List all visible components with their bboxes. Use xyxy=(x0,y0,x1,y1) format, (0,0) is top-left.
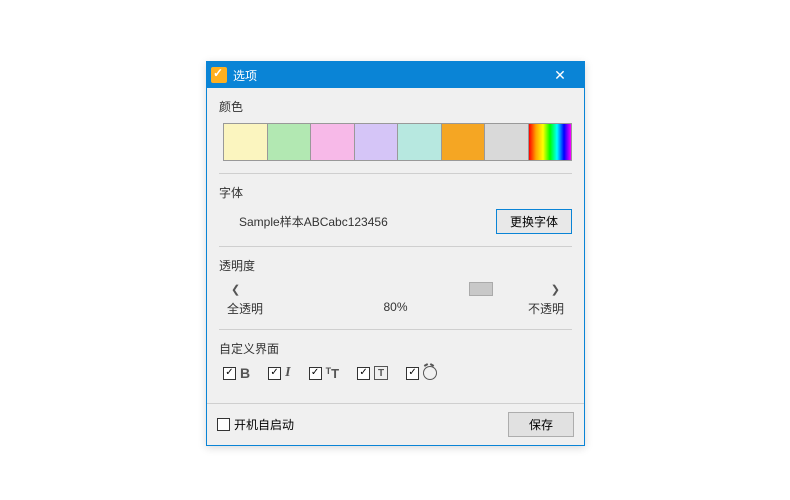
titlebar[interactable]: 选项 ✕ xyxy=(207,62,584,88)
custom-checkbox-2[interactable]: ✓ xyxy=(309,367,322,380)
font-label: 字体 xyxy=(219,184,572,201)
custom-item-2: ✓ TT xyxy=(309,366,339,381)
custom-item-0: ✓B xyxy=(223,365,250,381)
custom-ui-row: ✓B✓I✓TT✓T✓ xyxy=(219,365,572,381)
alarm-icon xyxy=(423,366,437,380)
color-swatch-3[interactable] xyxy=(355,124,399,160)
change-font-button[interactable]: 更换字体 xyxy=(496,209,572,234)
bold-icon: B xyxy=(240,365,250,381)
custom-ui-section: 自定义界面 ✓B✓I✓TT✓T✓ xyxy=(219,340,572,393)
options-dialog: 选项 ✕ 颜色 字体 Sample样本ABCabc123456 更换字体 透明度… xyxy=(206,61,585,446)
dialog-body: 颜色 字体 Sample样本ABCabc123456 更换字体 透明度 ❮ ❯ … xyxy=(207,88,584,393)
opacity-increase-button[interactable]: ❯ xyxy=(545,283,566,296)
color-label: 颜色 xyxy=(219,98,572,115)
opacity-min-label: 全透明 xyxy=(227,300,263,317)
color-swatch-7[interactable] xyxy=(529,124,572,160)
opacity-label: 透明度 xyxy=(219,257,572,274)
custom-ui-label: 自定义界面 xyxy=(219,340,572,357)
custom-checkbox-0[interactable]: ✓ xyxy=(223,367,236,380)
autostart-label: 开机自启动 xyxy=(234,416,294,433)
opacity-value-label: 80% xyxy=(383,300,407,317)
app-icon xyxy=(211,67,227,83)
font-section: 字体 Sample样本ABCabc123456 更换字体 xyxy=(219,184,572,247)
close-icon[interactable]: ✕ xyxy=(540,62,580,88)
opacity-decrease-button[interactable]: ❮ xyxy=(225,283,246,296)
opacity-slider-thumb[interactable] xyxy=(469,282,493,296)
dialog-footer: 开机自启动 保存 xyxy=(207,403,584,445)
custom-checkbox-1[interactable]: ✓ xyxy=(268,367,281,380)
custom-item-1: ✓I xyxy=(268,365,290,381)
color-swatch-5[interactable] xyxy=(442,124,486,160)
color-swatch-1[interactable] xyxy=(268,124,312,160)
italic-icon: I xyxy=(285,365,290,381)
font-sample: Sample样本ABCabc123456 xyxy=(239,213,486,230)
window-title: 选项 xyxy=(233,67,540,84)
font-size-icon: TT xyxy=(326,366,339,381)
opacity-slider-track[interactable] xyxy=(254,282,537,296)
autostart-checkbox[interactable] xyxy=(217,418,230,431)
color-swatch-6[interactable] xyxy=(485,124,529,160)
custom-checkbox-4[interactable]: ✓ xyxy=(406,367,419,380)
custom-item-4: ✓ xyxy=(406,366,437,380)
color-swatch-2[interactable] xyxy=(311,124,355,160)
custom-checkbox-3[interactable]: ✓ xyxy=(357,367,370,380)
text-box-icon: T xyxy=(374,366,388,380)
color-swatch-0[interactable] xyxy=(224,124,268,160)
color-swatch-4[interactable] xyxy=(398,124,442,160)
color-swatch-row xyxy=(223,123,572,161)
opacity-section: 透明度 ❮ ❯ 全透明 80% 不透明 xyxy=(219,257,572,330)
color-section: 颜色 xyxy=(219,98,572,174)
opacity-max-label: 不透明 xyxy=(528,300,564,317)
custom-item-3: ✓T xyxy=(357,366,388,380)
save-button[interactable]: 保存 xyxy=(508,412,574,437)
